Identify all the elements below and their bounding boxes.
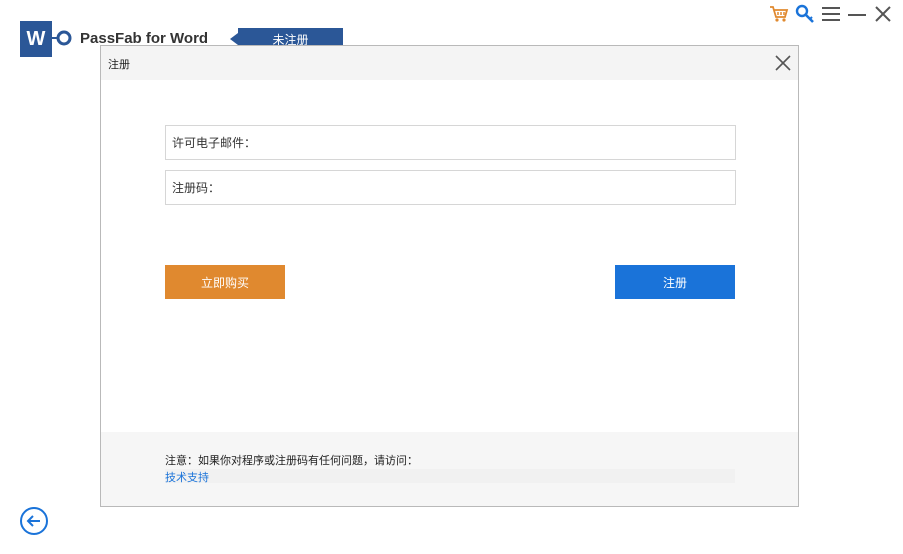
back-button[interactable] — [20, 507, 48, 535]
help-note: 注意：如果你对程序或注册码有任何问题，请访问： — [165, 454, 418, 467]
registration-code-label: 注册码： — [172, 181, 221, 195]
arrow-left-icon — [26, 515, 40, 527]
key-logo-icon — [52, 30, 72, 46]
menu-icon[interactable] — [821, 4, 841, 24]
register-button[interactable]: 注册 — [615, 265, 735, 299]
dialog-close-icon[interactable] — [774, 54, 792, 72]
dialog-footer: 注意：如果你对程序或注册码有任何问题，请访问： 技术支持 — [101, 432, 798, 506]
license-email-field[interactable]: 许可电子邮件： — [165, 125, 736, 160]
registration-dialog: 注册 许可电子邮件： 注册码： 立即购买 注册 注意：如果你对程序或注册码有任何… — [100, 45, 799, 507]
footer-strip — [165, 469, 735, 483]
cart-icon[interactable] — [769, 4, 789, 24]
app-logo: W — [20, 21, 52, 57]
minimize-icon[interactable] — [847, 4, 867, 24]
registration-code-field[interactable]: 注册码： — [165, 170, 736, 205]
registration-code-input[interactable] — [220, 172, 735, 203]
dialog-header: 注册 — [101, 46, 798, 80]
tech-support-link[interactable]: 技术支持 — [165, 469, 209, 485]
key-icon[interactable] — [795, 4, 815, 24]
license-email-label: 许可电子邮件： — [172, 136, 257, 150]
dialog-title: 注册 — [108, 58, 130, 71]
buy-now-button[interactable]: 立即购买 — [165, 265, 285, 299]
window-controls — [769, 4, 893, 24]
close-icon[interactable] — [873, 4, 893, 24]
license-email-input[interactable] — [256, 127, 735, 158]
logo-letter: W — [26, 27, 46, 50]
